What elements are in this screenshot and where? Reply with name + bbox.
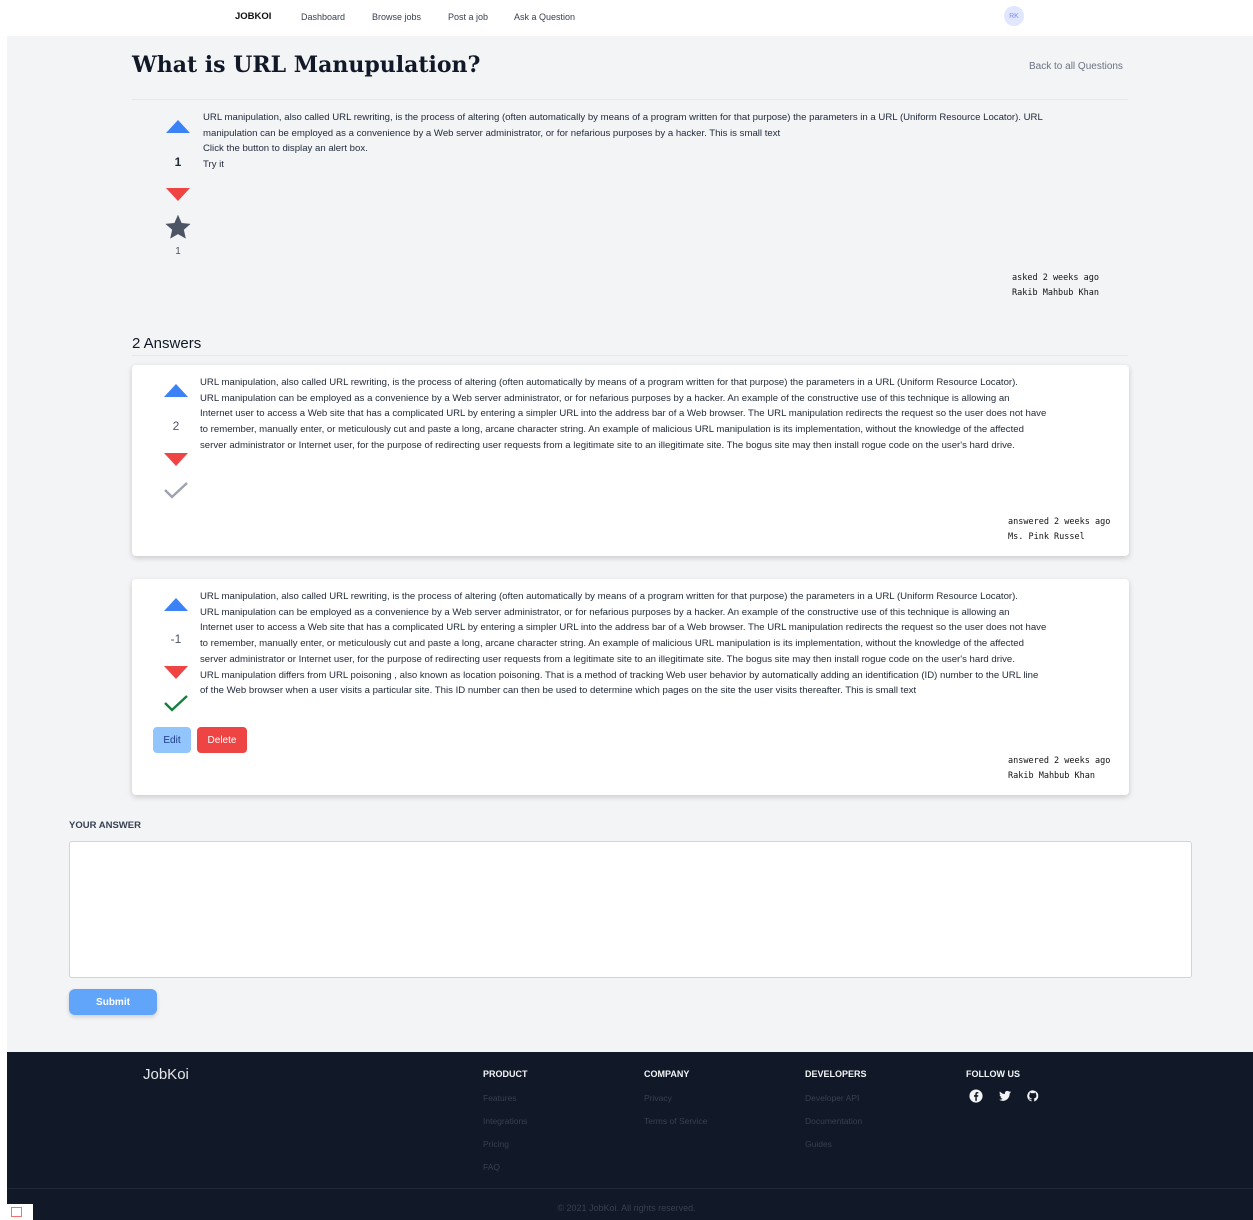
answer-meta: answered 2 weeks ago Ms. Pink Russel — [1008, 515, 1110, 545]
question-meta: asked 2 weeks ago Rakib Mahbub Khan — [1012, 271, 1099, 301]
footer-brand[interactable]: JobKoi — [143, 1066, 189, 1083]
corner-app-icon-glyph — [11, 1207, 22, 1217]
downvote-icon[interactable] — [164, 666, 188, 679]
answer-body-line: URL manipulation, also called URL rewrit… — [200, 377, 1018, 388]
answer-body-line: to remember, manually enter, or meticulo… — [200, 638, 1024, 650]
answer-body-line: to remember, manually enter, or meticulo… — [200, 424, 1024, 436]
answer-body-line: URL manipulation differs from URL poison… — [200, 669, 1039, 681]
answer-vote-count: 2 — [172, 419, 180, 433]
answer-body: URL manipulation, also called URL rewrit… — [200, 375, 1115, 454]
favorite-count: 1 — [175, 246, 181, 257]
nav-link-dashboard[interactable]: Dashboard — [301, 12, 345, 22]
question-body-line: URL manipulation, also called URL rewrit… — [203, 112, 1043, 123]
favorite-star-icon[interactable] — [164, 213, 192, 241]
footer-divider — [7, 1188, 1253, 1189]
upvote-icon[interactable] — [164, 384, 188, 397]
downvote-icon[interactable] — [166, 188, 190, 201]
question-body-line: Try it — [203, 159, 224, 171]
answered-time: answered 2 weeks ago — [1008, 756, 1111, 766]
answer-body-line: URL manipulation, also called URL rewrit… — [200, 591, 1018, 602]
footer-link-terms[interactable]: Terms of Service — [644, 1116, 707, 1126]
back-to-questions-link[interactable]: Back to all Questions — [1029, 61, 1123, 72]
footer-link-features[interactable]: Features — [483, 1093, 517, 1103]
nav-link-ask-question[interactable]: Ask a Question — [514, 12, 575, 22]
github-icon[interactable] — [1026, 1089, 1040, 1103]
accept-check-icon[interactable] — [163, 480, 189, 500]
footer-link-guides[interactable]: Guides — [805, 1139, 832, 1149]
question-vote-count: 1 — [174, 155, 182, 169]
delete-button[interactable]: Delete — [197, 727, 247, 753]
divider — [132, 355, 1128, 356]
answer-body-line: URL manipulation can be employed as a co… — [200, 606, 1010, 618]
corner-app-icon[interactable] — [0, 1204, 33, 1220]
answered-time: answered 2 weeks ago — [1008, 517, 1111, 527]
footer-link-documentation[interactable]: Documentation — [805, 1116, 862, 1126]
facebook-icon[interactable] — [969, 1089, 983, 1103]
avatar[interactable]: RK — [1004, 6, 1024, 26]
answers-heading: 2 Answers — [132, 335, 202, 352]
answer-author[interactable]: Rakib Mahbub Khan — [1008, 769, 1110, 784]
page-title: What is URL Manupulation? — [132, 52, 481, 78]
footer — [7, 1052, 1253, 1220]
footer-heading-product: PRODUCT — [483, 1069, 528, 1079]
answer-textarea[interactable] — [69, 841, 1192, 978]
question-author[interactable]: Rakib Mahbub Khan — [1012, 286, 1099, 301]
footer-link-faq[interactable]: FAQ — [483, 1162, 500, 1172]
answer-author[interactable]: Ms. Pink Russel — [1008, 530, 1110, 545]
answer-body-line: Internet user to access a Web site that … — [200, 622, 1047, 634]
twitter-icon[interactable] — [998, 1089, 1012, 1103]
footer-link-privacy[interactable]: Privacy — [644, 1093, 672, 1103]
answer-body-line: Internet user to access a Web site that … — [200, 408, 1047, 420]
submit-button[interactable]: Submit — [69, 989, 157, 1015]
footer-heading-follow-us: FOLLOW US — [966, 1069, 1020, 1079]
answer-body: URL manipulation, also called URL rewrit… — [200, 589, 1115, 699]
asked-time: asked 2 weeks ago — [1012, 273, 1099, 283]
answer-meta: answered 2 weeks ago Rakib Mahbub Khan — [1008, 754, 1110, 784]
divider — [132, 99, 1128, 100]
nav-link-post-job[interactable]: Post a job — [448, 12, 488, 22]
question-body-line: manipulation can be employed as a conven… — [203, 127, 781, 139]
footer-link-integrations[interactable]: Integrations — [483, 1116, 527, 1126]
downvote-icon[interactable] — [164, 453, 188, 466]
answer-vote-count: -1 — [170, 632, 182, 646]
answer-body-line: server administrator or Internet user, f… — [200, 439, 1015, 451]
footer-link-developer-api[interactable]: Developer API — [805, 1093, 859, 1103]
question-body-line: Click the button to display an alert box… — [203, 143, 368, 155]
copyright-text: © 2021 JobKoi. All rights reserved. — [557, 1203, 696, 1213]
nav-brand[interactable]: JOBKOI — [235, 11, 271, 22]
answer-body-line: of the Web browser when a user visits a … — [200, 685, 917, 697]
answer-body-line: URL manipulation can be employed as a co… — [200, 392, 1010, 404]
footer-heading-company: COMPANY — [644, 1069, 690, 1079]
edit-button[interactable]: Edit — [153, 727, 191, 753]
question-body: URL manipulation, also called URL rewrit… — [203, 110, 1123, 173]
your-answer-label: YOUR ANSWER — [69, 820, 141, 831]
accepted-check-icon[interactable] — [163, 693, 189, 713]
footer-heading-developers: DEVELOPERS — [805, 1069, 867, 1079]
top-nav: JOBKOI Dashboard Browse jobs Post a job … — [0, 0, 1253, 36]
answer-body-line: server administrator or Internet user, f… — [200, 653, 1015, 665]
footer-link-pricing[interactable]: Pricing — [483, 1139, 509, 1149]
upvote-icon[interactable] — [166, 120, 190, 133]
upvote-icon[interactable] — [164, 598, 188, 611]
nav-link-browse-jobs[interactable]: Browse jobs — [372, 12, 421, 22]
